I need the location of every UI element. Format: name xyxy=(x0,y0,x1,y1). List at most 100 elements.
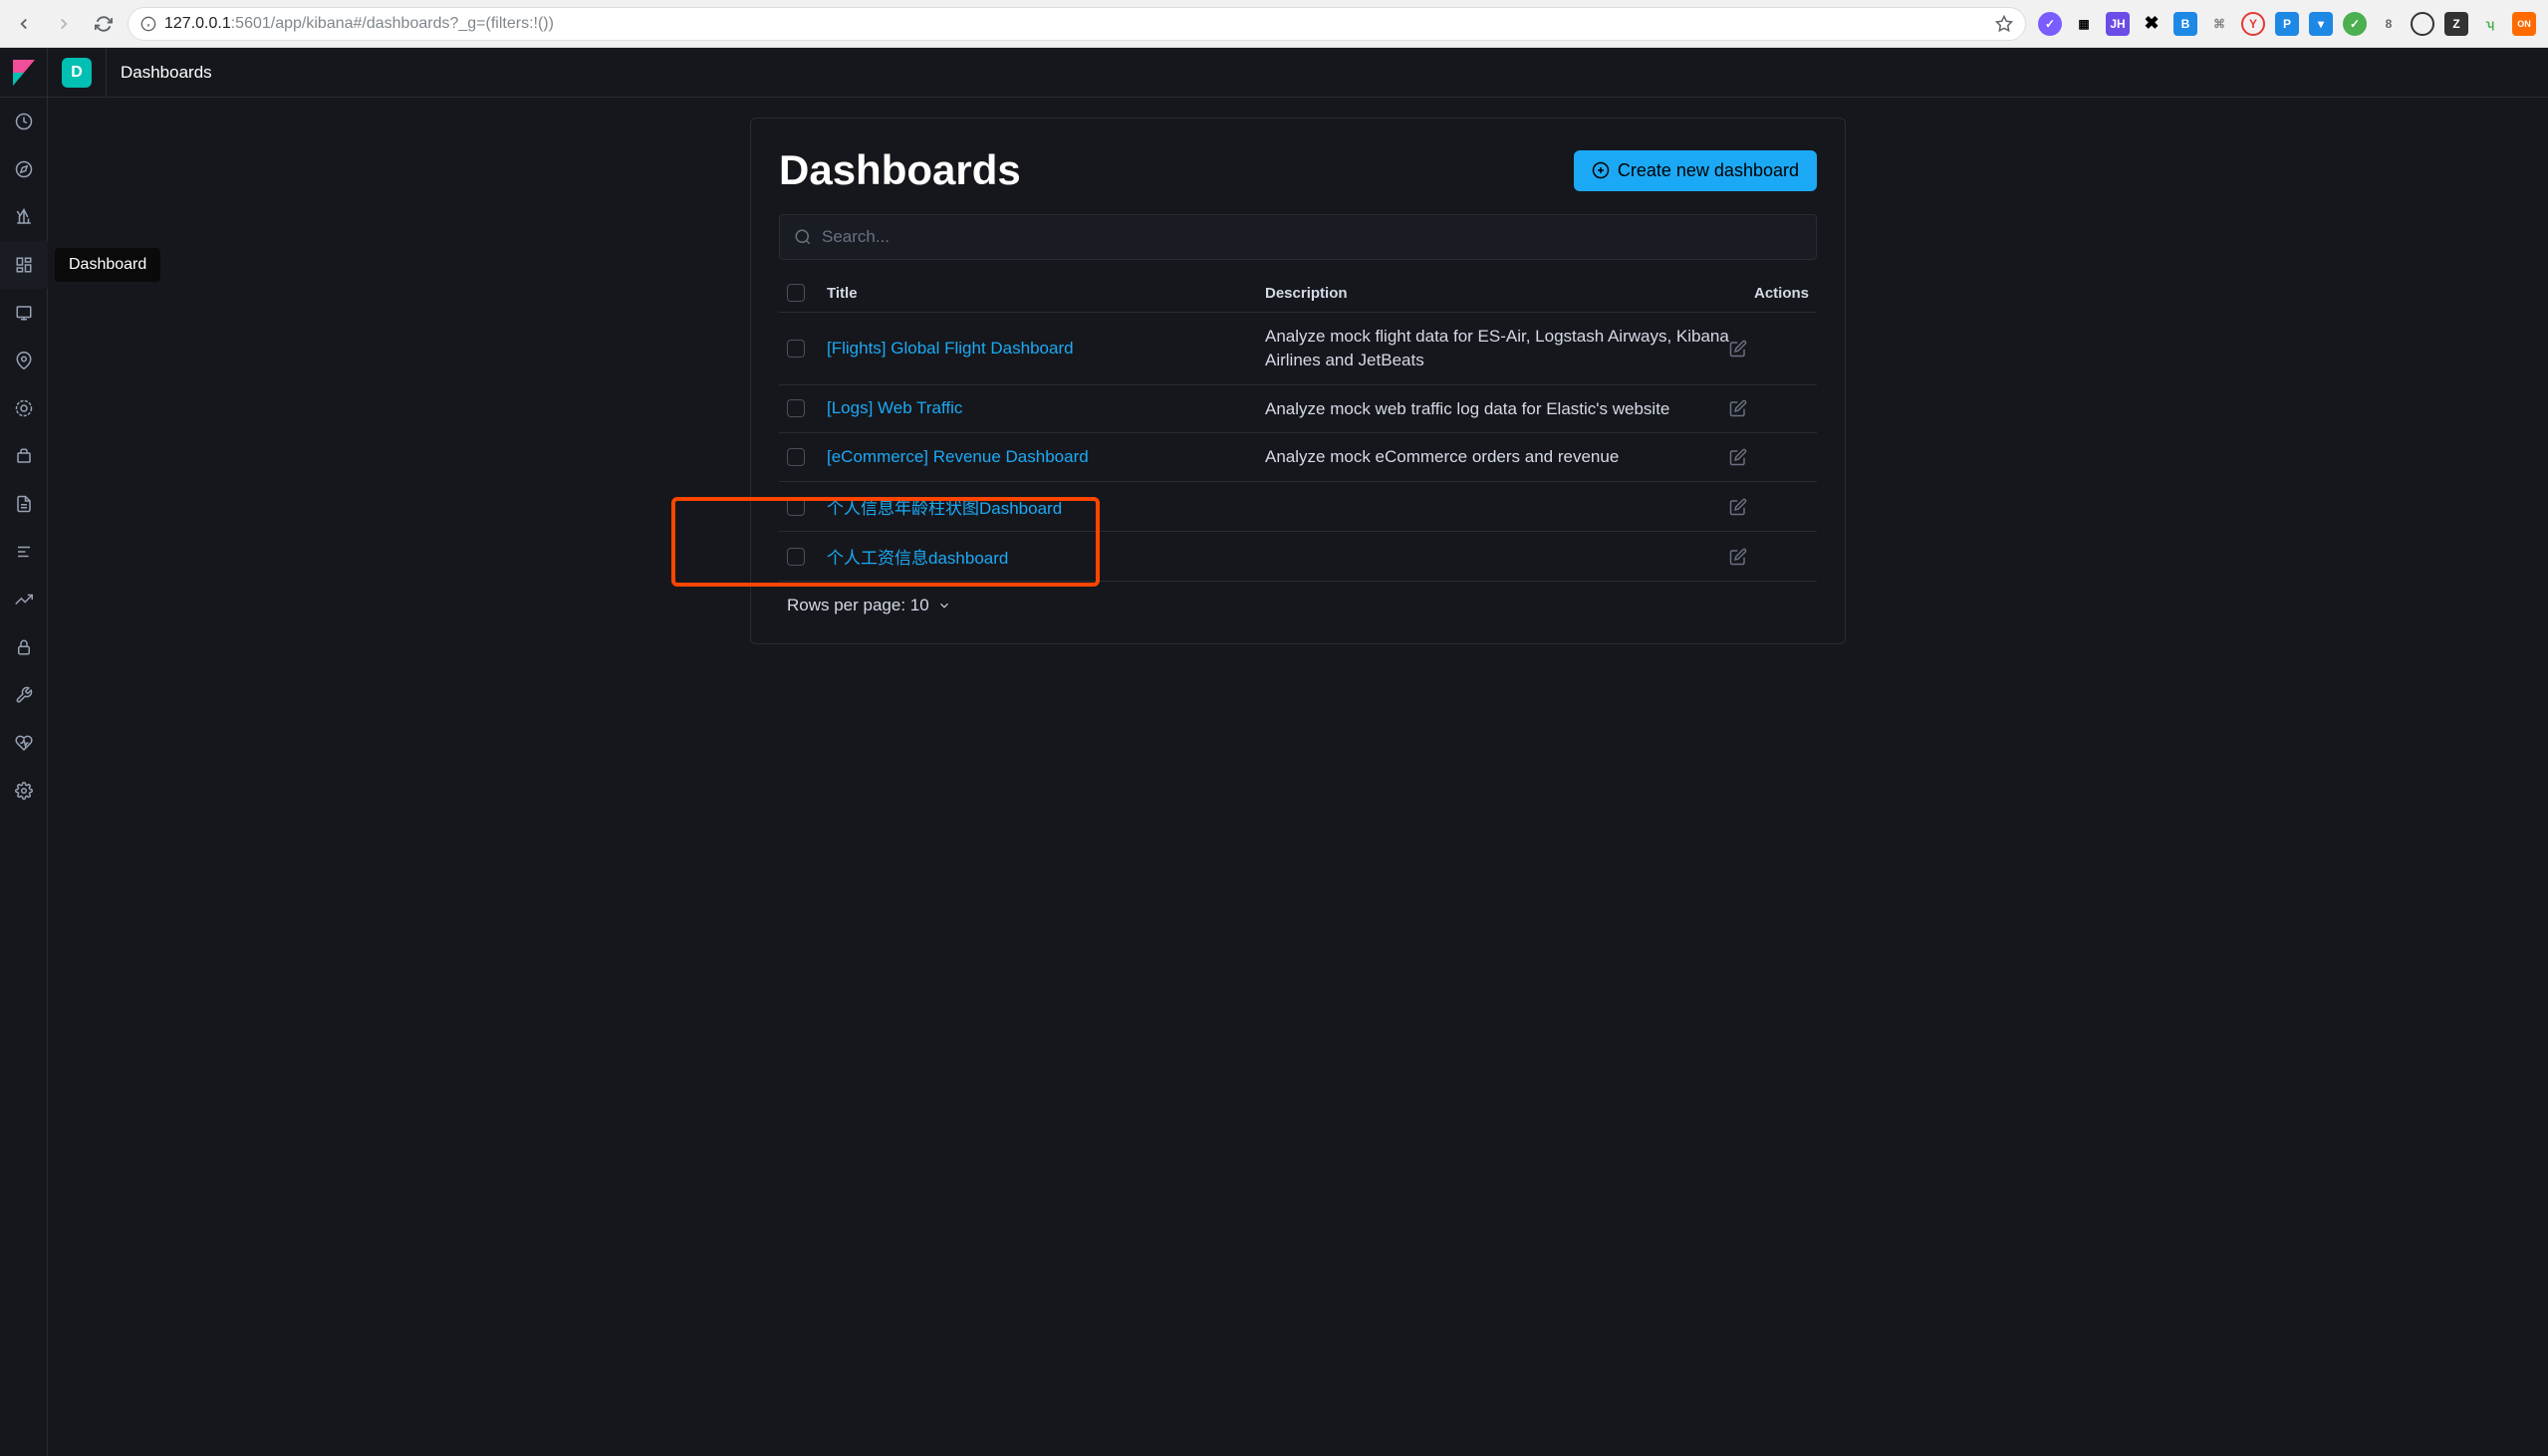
sidebar-item-dashboard[interactable]: Dashboard xyxy=(0,241,48,289)
browser-back-button[interactable] xyxy=(8,8,40,40)
extension-icons: ✓ ▦ JH ✖ B ⌘ Y P ▾ ✓ 8 Z ʮ ON xyxy=(2034,12,2540,36)
ext-icon[interactable]: Y xyxy=(2241,12,2265,36)
ext-icon[interactable]: ✓ xyxy=(2343,12,2367,36)
dashboards-panel: Dashboards Create new dashboard Title xyxy=(750,118,1846,644)
ext-icon[interactable]: P xyxy=(2275,12,2299,36)
header-title[interactable]: Title xyxy=(827,285,1265,302)
infra-icon xyxy=(15,447,33,465)
browser-reload-button[interactable] xyxy=(88,8,120,40)
ext-icon[interactable]: ▦ xyxy=(2072,12,2096,36)
edit-icon[interactable] xyxy=(1729,340,1747,358)
dashboard-link[interactable]: [Flights] Global Flight Dashboard xyxy=(827,339,1074,358)
ext-icon[interactable]: ✓ xyxy=(2038,12,2062,36)
logs-icon xyxy=(15,495,33,513)
heartbeat-icon xyxy=(15,734,33,752)
gear-icon xyxy=(15,782,33,800)
main-content: D Dashboards Dashboards Create new dashb… xyxy=(48,48,2548,1456)
ext-icon[interactable]: ✖ xyxy=(2140,12,2164,36)
row-checkbox[interactable] xyxy=(787,399,805,417)
url-text: 127.0.0.1:5601/app/kibana#/dashboards?_g… xyxy=(164,15,1987,33)
barchart-icon xyxy=(15,208,33,226)
edit-icon[interactable] xyxy=(1729,399,1747,417)
create-button-label: Create new dashboard xyxy=(1618,160,1799,181)
rows-per-page[interactable]: Rows per page: 10 xyxy=(779,582,1817,615)
table-header: Title Description Actions xyxy=(779,274,1817,313)
browser-forward-button[interactable] xyxy=(48,8,80,40)
sidebar-item-visualize[interactable] xyxy=(0,193,48,241)
table-row: [eCommerce] Revenue Dashboard Analyze mo… xyxy=(779,433,1817,482)
kibana-app: Dashboard xyxy=(0,48,2548,1456)
lock-icon xyxy=(15,638,33,656)
ext-icon[interactable]: JH xyxy=(2106,12,2130,36)
sidebar-item-logs[interactable] xyxy=(0,480,48,528)
sidebar-item-apm[interactable] xyxy=(0,528,48,576)
ext-icon[interactable]: ON xyxy=(2512,12,2536,36)
edit-icon[interactable] xyxy=(1729,548,1747,566)
sidebar-item-canvas[interactable] xyxy=(0,289,48,337)
ext-icon[interactable]: B xyxy=(2173,12,2197,36)
dashboard-link[interactable]: [eCommerce] Revenue Dashboard xyxy=(827,447,1089,466)
search-box[interactable] xyxy=(779,214,1817,260)
dashboard-description: Analyze mock eCommerce orders and revenu… xyxy=(1265,447,1619,466)
browser-chrome: 127.0.0.1:5601/app/kibana#/dashboards?_g… xyxy=(0,0,2548,48)
sidebar-item-devtools[interactable] xyxy=(0,671,48,719)
sidebar-item-management[interactable] xyxy=(0,767,48,815)
clock-icon xyxy=(15,113,33,130)
header-actions: Actions xyxy=(1729,285,1809,302)
ext-icon[interactable] xyxy=(2411,12,2434,36)
sidebar-item-security[interactable] xyxy=(0,623,48,671)
sidebar-item-discover[interactable] xyxy=(0,145,48,193)
ext-icon[interactable]: Z xyxy=(2444,12,2468,36)
edit-icon[interactable] xyxy=(1729,498,1747,516)
apm-icon xyxy=(15,543,33,561)
maps-icon xyxy=(15,352,33,369)
row-checkbox[interactable] xyxy=(787,448,805,466)
table-row: 个人工资信息dashboard xyxy=(779,532,1817,582)
create-dashboard-button[interactable]: Create new dashboard xyxy=(1574,150,1817,191)
uptime-icon xyxy=(15,591,33,608)
ml-icon xyxy=(15,399,33,417)
dashboard-link[interactable]: 个人工资信息dashboard xyxy=(827,549,1008,568)
sidebar-item-infrastructure[interactable] xyxy=(0,432,48,480)
chevron-down-icon xyxy=(937,599,951,612)
row-checkbox[interactable] xyxy=(787,498,805,516)
dashboards-table: Title Description Actions [Flights] Glob… xyxy=(779,274,1817,582)
search-input[interactable] xyxy=(822,227,1802,247)
header-description: Description xyxy=(1265,285,1729,302)
breadcrumb: Dashboards xyxy=(106,48,212,97)
page-title: Dashboards xyxy=(779,146,1021,194)
dashboard-description: Analyze mock web traffic log data for El… xyxy=(1265,399,1669,418)
wrench-icon xyxy=(15,686,33,704)
dashboard-link[interactable]: 个人信息年龄柱状图Dashboard xyxy=(827,499,1062,518)
table-row: [Flights] Global Flight Dashboard Analyz… xyxy=(779,313,1817,385)
table-row: [Logs] Web Traffic Analyze mock web traf… xyxy=(779,385,1817,434)
plus-circle-icon xyxy=(1592,161,1610,179)
sidebar-item-uptime[interactable] xyxy=(0,576,48,623)
space-badge[interactable]: D xyxy=(62,58,92,88)
search-icon xyxy=(794,228,812,246)
ext-icon[interactable]: ʮ xyxy=(2478,12,2502,36)
dashboard-link[interactable]: [Logs] Web Traffic xyxy=(827,398,962,417)
compass-icon xyxy=(15,160,33,178)
tooltip: Dashboard xyxy=(55,248,160,282)
sidebar-item-recent[interactable] xyxy=(0,98,48,145)
select-all-checkbox[interactable] xyxy=(787,284,805,302)
ext-icon[interactable]: ▾ xyxy=(2309,12,2333,36)
dashboard-description: Analyze mock flight data for ES-Air, Log… xyxy=(1265,327,1729,369)
sidebar-item-maps[interactable] xyxy=(0,337,48,384)
topbar: D Dashboards xyxy=(48,48,2548,98)
ext-icon[interactable]: ⌘ xyxy=(2207,12,2231,36)
ext-icon[interactable]: 8 xyxy=(2377,12,2401,36)
rows-per-page-label: Rows per page: 10 xyxy=(787,596,929,615)
kibana-logo[interactable] xyxy=(0,48,48,98)
sidebar: Dashboard xyxy=(0,48,48,1456)
sidebar-item-ml[interactable] xyxy=(0,384,48,432)
address-bar[interactable]: 127.0.0.1:5601/app/kibana#/dashboards?_g… xyxy=(127,7,2026,41)
row-checkbox[interactable] xyxy=(787,548,805,566)
sidebar-item-monitoring[interactable] xyxy=(0,719,48,767)
edit-icon[interactable] xyxy=(1729,448,1747,466)
star-icon[interactable] xyxy=(1995,15,2013,33)
info-icon xyxy=(140,16,156,32)
row-checkbox[interactable] xyxy=(787,340,805,358)
dashboard-icon xyxy=(15,256,33,274)
